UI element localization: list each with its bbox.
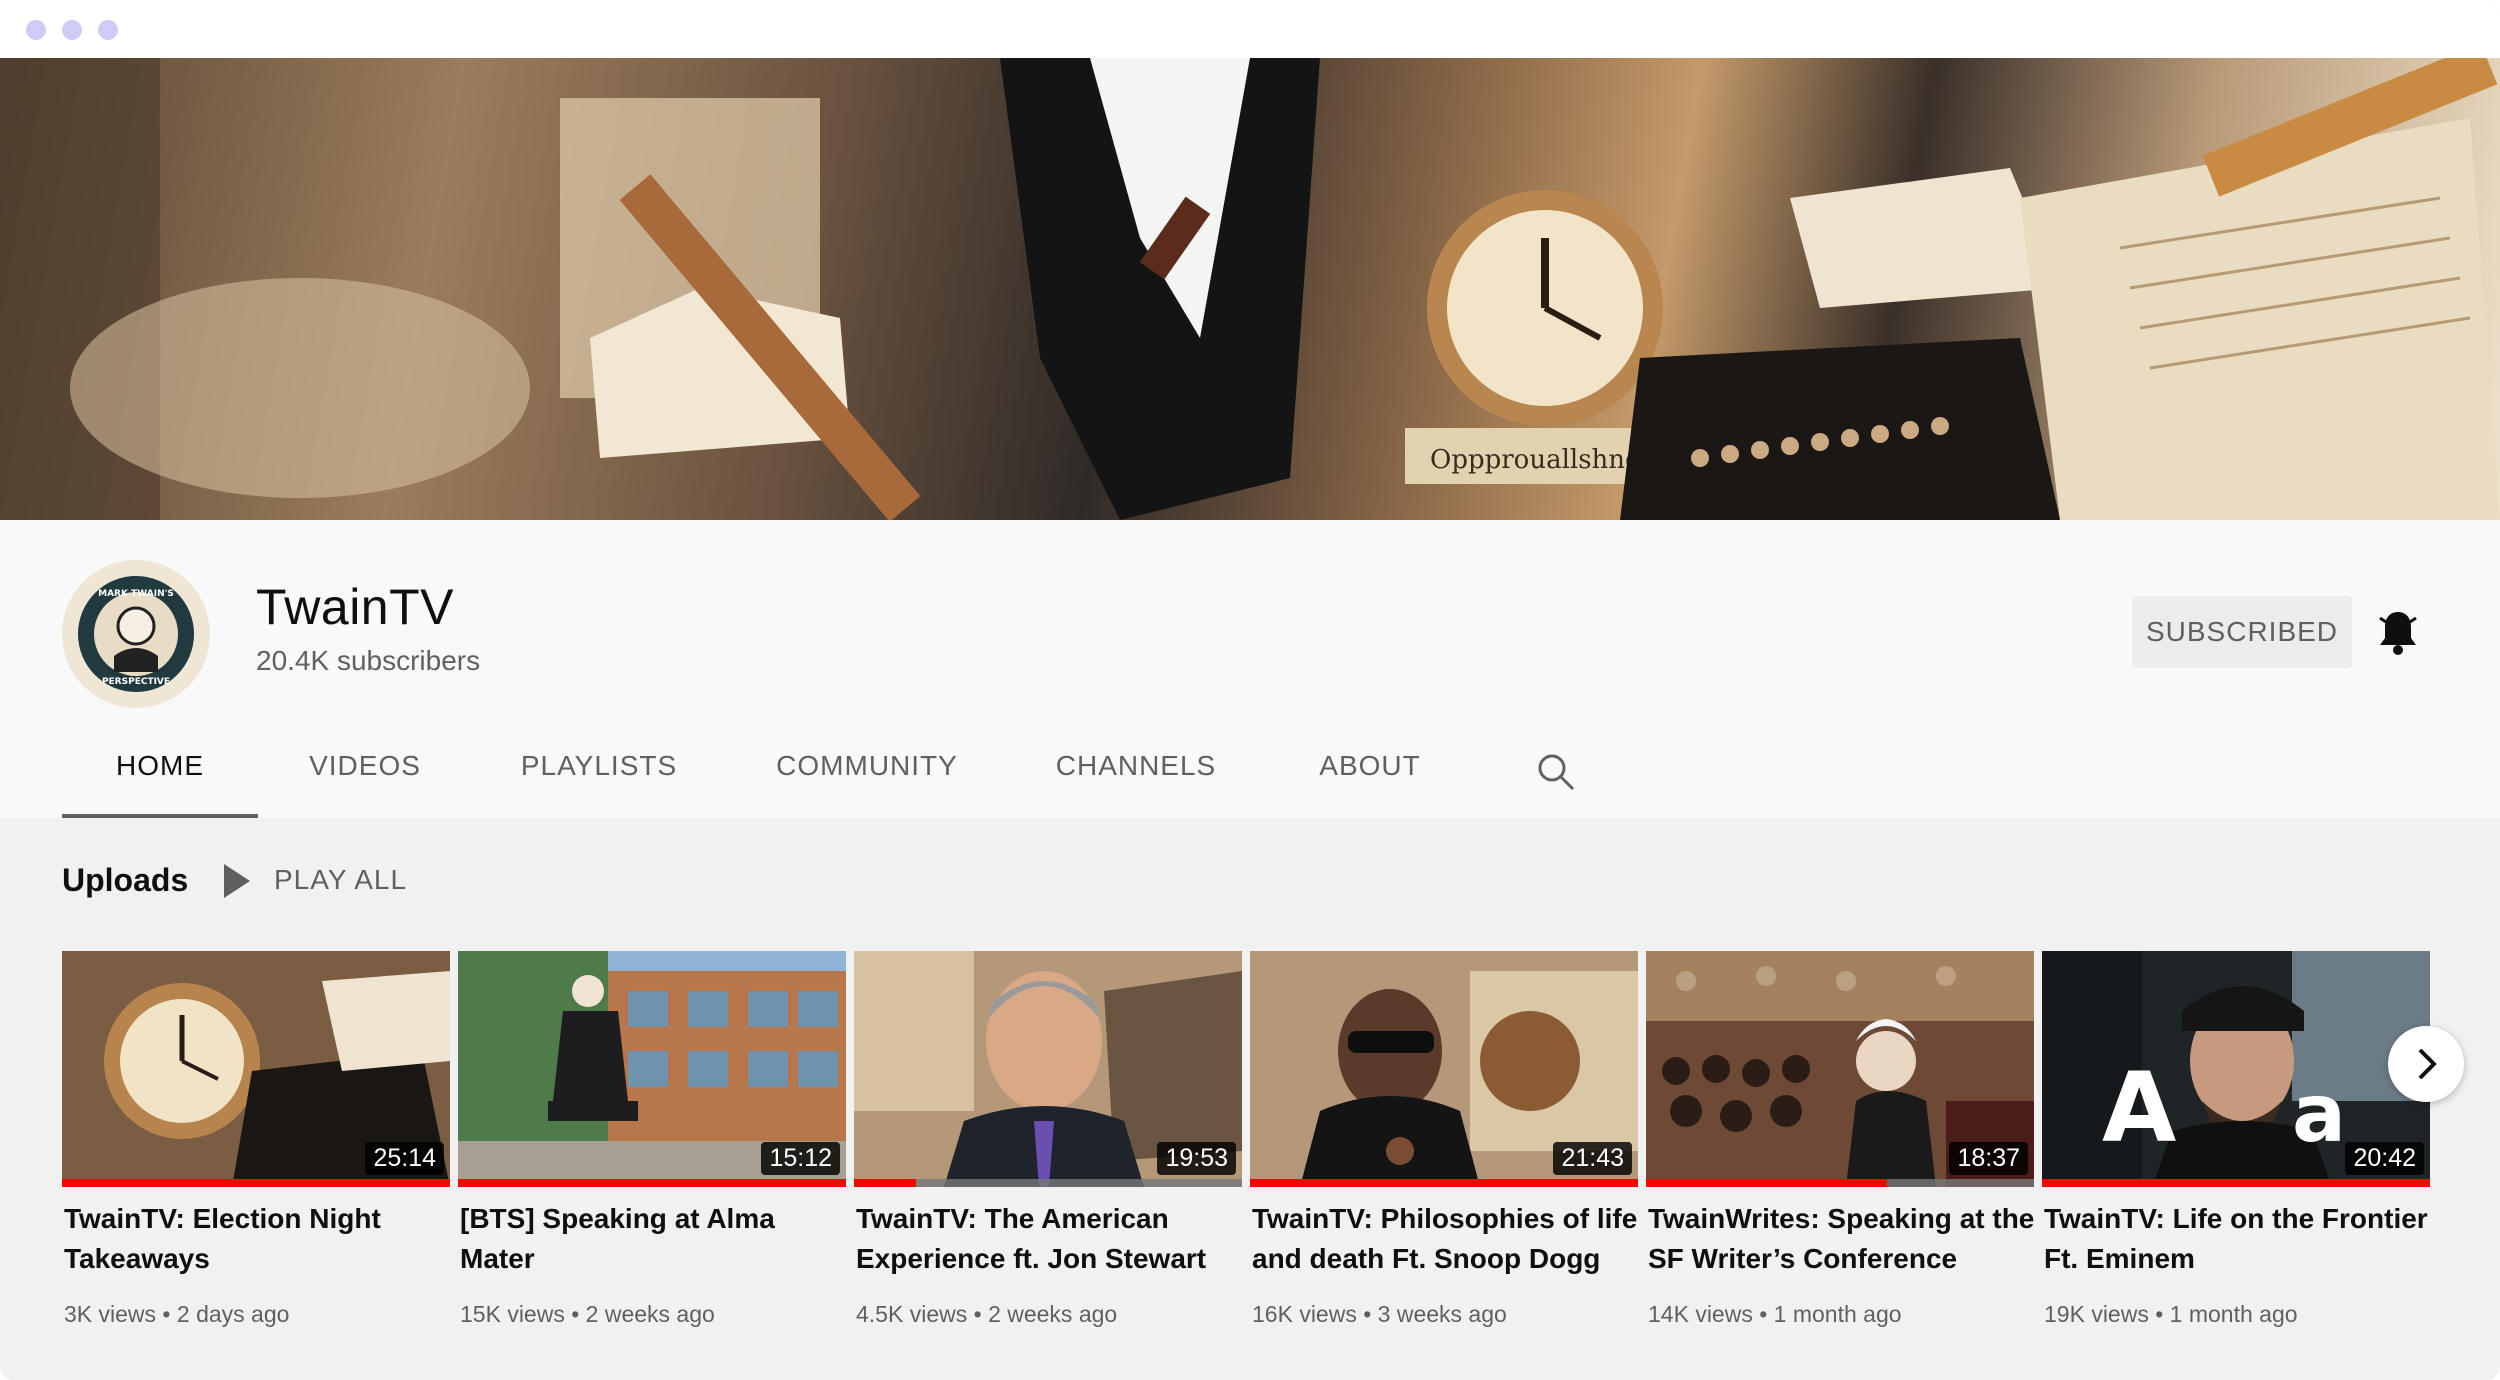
tab-videos[interactable]: VIDEOS: [290, 742, 440, 814]
window-minimize-dot[interactable]: [62, 20, 82, 40]
thumbnail-letter-a-lower: a: [2292, 1067, 2346, 1160]
video-duration: 18:37: [1949, 1142, 2028, 1175]
channel-banner: Oppprouallshner: [0, 58, 2500, 520]
chevron-right-icon: [2418, 1048, 2437, 1080]
avatar-text-bottom: PERSPECTIVE: [102, 677, 170, 687]
video-thumbnail[interactable]: A a 20:42: [2042, 951, 2430, 1187]
video-duration: 19:53: [1157, 1142, 1236, 1175]
title-bar: [0, 0, 2500, 58]
subscriber-count: 20.4K subscribers: [256, 645, 481, 676]
video-title[interactable]: TwainWrites: Speaking at the SF Writer’s…: [1648, 1199, 2036, 1279]
video-thumbnail[interactable]: 25:14: [62, 951, 450, 1187]
video-duration: 21:43: [1553, 1142, 1632, 1175]
channel-header: MARK TWAIN'S PERSPECTIVE TwainTV 20.4K s…: [0, 520, 2500, 819]
video-title[interactable]: [BTS] Speaking at Alma Mater: [460, 1199, 848, 1279]
watch-progress: [458, 1179, 846, 1187]
video-title[interactable]: TwainTV: Philosophies of life and death …: [1252, 1199, 1640, 1279]
uploads-section: Uploads PLAY ALL 25:14 TwainTV: Election…: [0, 818, 2500, 1380]
watch-progress: [2042, 1179, 2430, 1187]
browser-window: Oppprouallshner MARK TWAIN'S PERSPECTIVE…: [0, 0, 2500, 1380]
video-age: 2 weeks ago: [988, 1301, 1118, 1327]
channel-name: TwainTV: [256, 579, 455, 635]
video-meta: 4.5K views • 2 weeks ago: [856, 1301, 1118, 1327]
channel-avatar[interactable]: MARK TWAIN'S PERSPECTIVE: [62, 560, 210, 708]
uploads-title[interactable]: Uploads: [62, 862, 188, 899]
watch-progress-fill: [2042, 1179, 2430, 1187]
watch-progress: [854, 1179, 1242, 1187]
window-maximize-dot[interactable]: [98, 20, 118, 40]
search-icon[interactable]: [1536, 752, 1576, 792]
play-all-button[interactable]: PLAY ALL: [274, 864, 407, 896]
watch-progress-fill: [1646, 1179, 1887, 1187]
video-thumbnail[interactable]: 15:12: [458, 951, 846, 1187]
play-icon[interactable]: [224, 864, 250, 900]
watch-progress: [1250, 1179, 1638, 1187]
watch-progress: [1646, 1179, 2034, 1187]
watch-progress-fill: [62, 1179, 450, 1187]
video-thumbnail[interactable]: 18:37: [1646, 951, 2034, 1187]
watch-progress-fill: [458, 1179, 846, 1187]
video-age: 1 month ago: [2169, 1301, 2298, 1327]
video-age: 1 month ago: [1773, 1301, 1902, 1327]
next-arrow-button[interactable]: [2388, 1026, 2464, 1102]
video-duration: 20:42: [2345, 1142, 2424, 1175]
tab-community[interactable]: COMMUNITY: [756, 742, 978, 814]
tab-channels[interactable]: CHANNELS: [1040, 742, 1232, 814]
video-duration: 25:14: [365, 1142, 444, 1175]
subscribed-button[interactable]: SUBSCRIBED: [2132, 596, 2352, 668]
thumbnail-letter-a: A: [2102, 1052, 2176, 1164]
video-age: 2 weeks ago: [585, 1301, 715, 1327]
video-views: 14K views: [1648, 1301, 1753, 1327]
video-age: 3 weeks ago: [1377, 1301, 1507, 1327]
video-title[interactable]: TwainTV: Life on the Frontier Ft. Eminem: [2044, 1199, 2432, 1279]
video-meta: 15K views • 2 weeks ago: [460, 1301, 715, 1327]
video-thumbnail[interactable]: 19:53: [854, 951, 1242, 1187]
video-meta: 14K views • 1 month ago: [1648, 1301, 1902, 1327]
video-views: 19K views: [2044, 1301, 2149, 1327]
watch-progress-fill: [1250, 1179, 1638, 1187]
video-meta: 19K views • 1 month ago: [2044, 1301, 2298, 1327]
video-views: 4.5K views: [856, 1301, 968, 1327]
watch-progress-fill: [854, 1179, 917, 1187]
video-meta: 16K views • 3 weeks ago: [1252, 1301, 1507, 1327]
video-views: 3K views: [64, 1301, 157, 1327]
tab-about[interactable]: ABOUT: [1300, 742, 1440, 814]
video-views: 16K views: [1252, 1301, 1357, 1327]
video-title[interactable]: TwainTV: Election Night Takeaways: [64, 1199, 452, 1279]
channel-tabs: HOME VIDEOS PLAYLISTS COMMUNITY CHANNELS…: [0, 742, 2500, 819]
video-duration: 15:12: [761, 1142, 840, 1175]
banner-sign-text: Oppprouallshner: [1430, 445, 1653, 475]
window-close-dot[interactable]: [26, 20, 46, 40]
video-age: 2 days ago: [176, 1301, 290, 1327]
video-thumbnail[interactable]: 21:43: [1250, 951, 1638, 1187]
video-meta: 3K views • 2 days ago: [64, 1301, 290, 1327]
video-views: 15K views: [460, 1301, 565, 1327]
video-title[interactable]: TwainTV: The American Experience ft. Jon…: [856, 1199, 1244, 1279]
avatar-text-top: MARK TWAIN'S: [98, 589, 174, 599]
tab-playlists[interactable]: PLAYLISTS: [500, 742, 698, 814]
bell-icon[interactable]: [2376, 608, 2420, 656]
tab-home[interactable]: HOME: [62, 742, 258, 819]
watch-progress: [62, 1179, 450, 1187]
